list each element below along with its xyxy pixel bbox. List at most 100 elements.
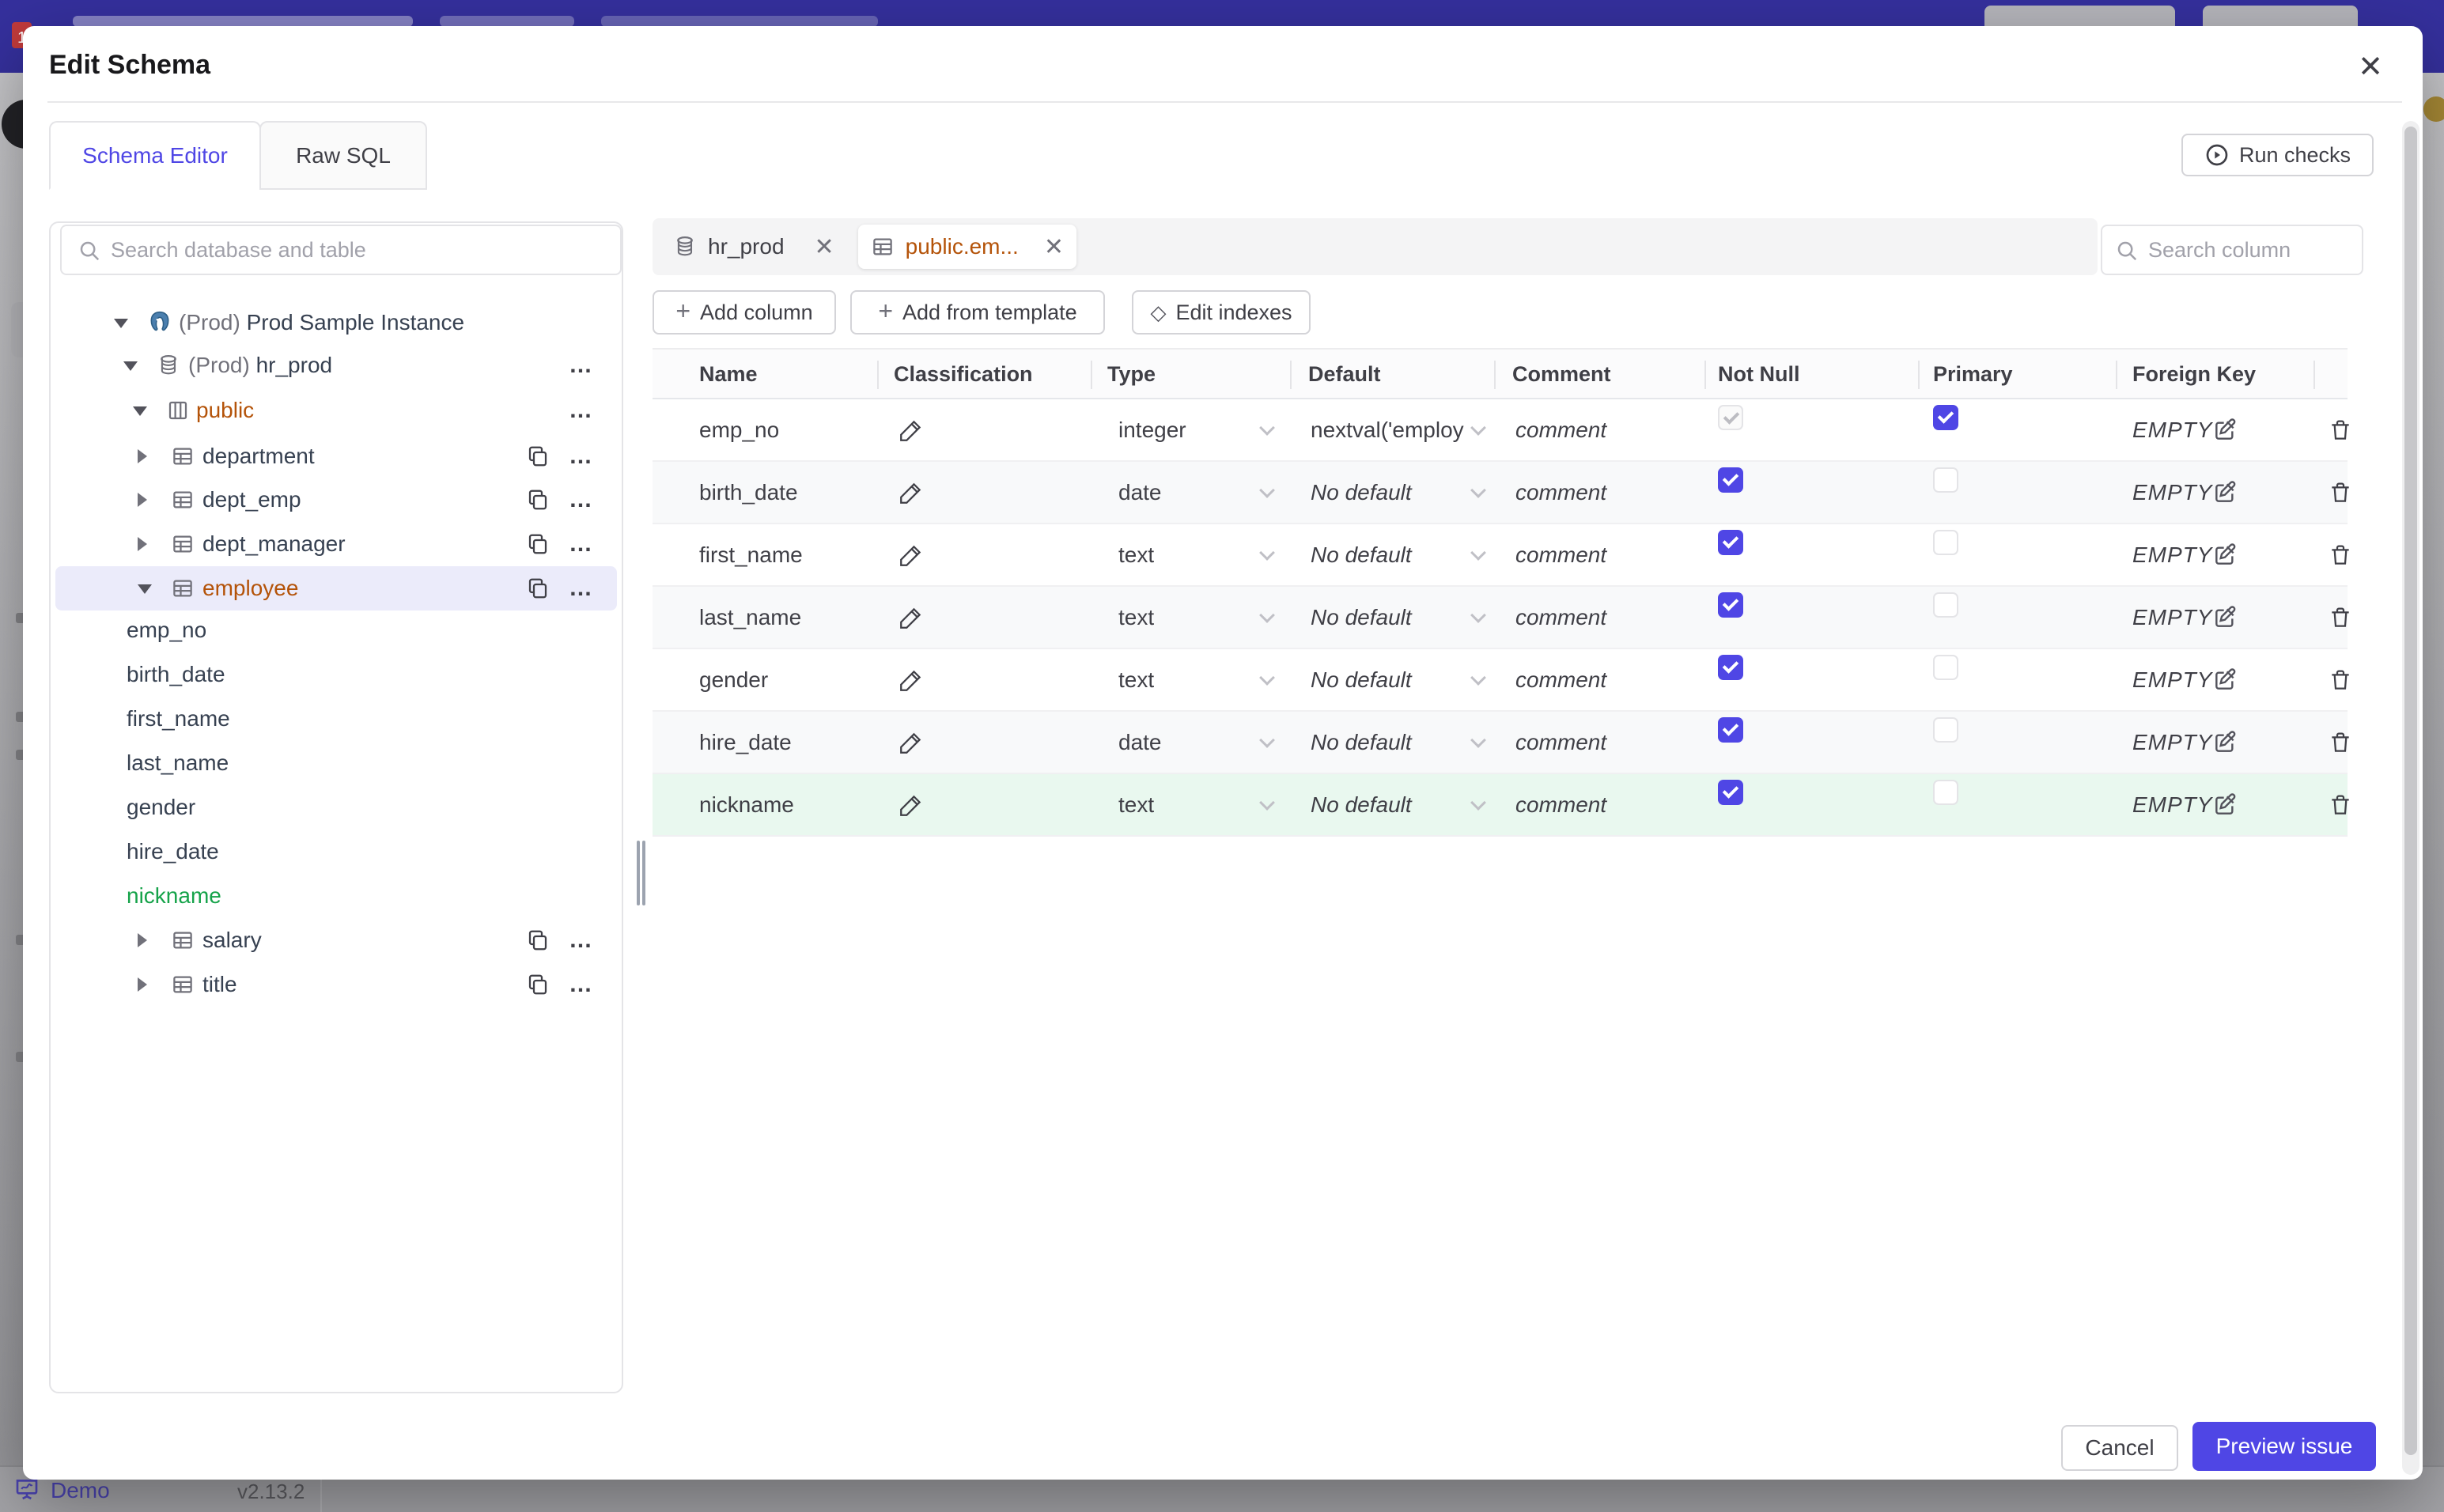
preview-issue-button[interactable]: Preview issue bbox=[2192, 1422, 2376, 1471]
chevron-down-icon[interactable] bbox=[1261, 546, 1273, 558]
close-icon[interactable]: ✕ bbox=[815, 233, 834, 261]
not-null-checkbox[interactable] bbox=[1718, 592, 1743, 618]
tree-item-table-department[interactable]: department … bbox=[55, 434, 617, 478]
more-menu-icon[interactable]: … bbox=[569, 973, 595, 996]
delete-column-icon[interactable] bbox=[2328, 667, 2353, 693]
run-checks-button[interactable]: Run checks bbox=[2181, 134, 2374, 176]
chevron-down-icon[interactable] bbox=[1472, 546, 1485, 558]
edit-classification-icon[interactable] bbox=[898, 792, 925, 818]
edit-classification-icon[interactable] bbox=[898, 417, 925, 444]
chevron-down-icon[interactable] bbox=[133, 406, 147, 416]
comment-input[interactable]: comment bbox=[1515, 730, 1606, 755]
edit-classification-icon[interactable] bbox=[898, 542, 925, 569]
column-name-cell[interactable]: gender bbox=[699, 667, 768, 693]
delete-column-icon[interactable] bbox=[2328, 730, 2353, 755]
tree-item-column-hire-date[interactable]: hire_date bbox=[55, 830, 617, 874]
chip-public-employee[interactable]: public.em... ✕ bbox=[857, 225, 1076, 269]
comment-input[interactable]: comment bbox=[1515, 418, 1606, 443]
not-null-checkbox[interactable] bbox=[1718, 529, 1743, 555]
default-select[interactable]: No default bbox=[1311, 480, 1466, 505]
chip-hr-prod[interactable]: hr_prod ✕ bbox=[660, 225, 847, 269]
edit-foreign-key-icon[interactable] bbox=[2212, 667, 2238, 693]
panel-resize-handle[interactable] bbox=[635, 841, 648, 905]
not-null-checkbox[interactable] bbox=[1718, 654, 1743, 680]
more-menu-icon[interactable]: … bbox=[569, 488, 595, 512]
tree-item-table-salary[interactable]: salary … bbox=[55, 918, 617, 962]
copy-icon[interactable] bbox=[526, 444, 550, 468]
edit-foreign-key-icon[interactable] bbox=[2212, 792, 2238, 818]
more-menu-icon[interactable]: … bbox=[569, 444, 595, 468]
edit-foreign-key-icon[interactable] bbox=[2212, 605, 2238, 630]
tree-search-input[interactable] bbox=[111, 229, 601, 270]
edit-foreign-key-icon[interactable] bbox=[2212, 480, 2238, 505]
comment-input[interactable]: comment bbox=[1515, 542, 1606, 568]
comment-input[interactable]: comment bbox=[1515, 480, 1606, 505]
comment-input[interactable]: comment bbox=[1515, 667, 1606, 693]
tree-item-column-nickname[interactable]: nickname bbox=[55, 874, 617, 918]
delete-column-icon[interactable] bbox=[2328, 792, 2353, 818]
not-null-checkbox[interactable] bbox=[1718, 779, 1743, 805]
not-null-checkbox[interactable] bbox=[1718, 716, 1743, 743]
delete-column-icon[interactable] bbox=[2328, 480, 2353, 505]
default-select[interactable]: No default bbox=[1311, 605, 1466, 630]
column-name-cell[interactable]: hire_date bbox=[699, 730, 792, 755]
chevron-down-icon[interactable] bbox=[1261, 671, 1273, 683]
delete-column-icon[interactable] bbox=[2328, 542, 2353, 568]
default-select[interactable]: No default bbox=[1311, 667, 1466, 693]
add-column-button[interactable]: + Add column bbox=[653, 290, 836, 335]
column-name-cell[interactable]: emp_no bbox=[699, 418, 779, 443]
type-select[interactable]: date bbox=[1118, 480, 1162, 505]
copy-icon[interactable] bbox=[526, 576, 550, 600]
edit-classification-icon[interactable] bbox=[898, 729, 925, 756]
default-select[interactable]: No default bbox=[1311, 792, 1466, 818]
not-null-checkbox[interactable] bbox=[1718, 467, 1743, 493]
primary-checkbox[interactable] bbox=[1933, 404, 1958, 430]
type-select[interactable]: text bbox=[1118, 542, 1154, 568]
tree-item-table-employee[interactable]: employee … bbox=[55, 566, 617, 610]
tree-item-database-hr-prod[interactable]: (Prod) hr_prod … bbox=[55, 343, 617, 387]
default-select[interactable]: nextval('employ bbox=[1311, 418, 1466, 443]
chevron-down-icon[interactable] bbox=[1472, 671, 1485, 683]
primary-checkbox[interactable] bbox=[1933, 716, 1958, 743]
comment-input[interactable]: comment bbox=[1515, 605, 1606, 630]
cancel-button[interactable]: Cancel bbox=[2061, 1425, 2178, 1471]
tree-item-table-dept-emp[interactable]: dept_emp … bbox=[55, 478, 617, 522]
chevron-down-icon[interactable] bbox=[123, 361, 138, 371]
chevron-down-icon[interactable] bbox=[1261, 483, 1273, 496]
tab-schema-editor[interactable]: Schema Editor bbox=[49, 121, 261, 190]
chevron-down-icon[interactable] bbox=[1261, 796, 1273, 808]
delete-column-icon[interactable] bbox=[2328, 605, 2353, 630]
column-name-cell[interactable]: first_name bbox=[699, 542, 803, 568]
tree-item-instance[interactable]: (Prod) Prod Sample Instance bbox=[55, 301, 617, 345]
chevron-down-icon[interactable] bbox=[1472, 421, 1485, 433]
chevron-right-icon[interactable] bbox=[138, 449, 147, 463]
copy-icon[interactable] bbox=[526, 973, 550, 996]
primary-checkbox[interactable] bbox=[1933, 467, 1958, 493]
chevron-down-icon[interactable] bbox=[1261, 733, 1273, 746]
scrollbar-thumb[interactable] bbox=[2404, 127, 2417, 1455]
copy-icon[interactable] bbox=[526, 488, 550, 512]
add-from-template-button[interactable]: + Add from template bbox=[850, 290, 1105, 335]
tree-item-table-dept-manager[interactable]: dept_manager … bbox=[55, 522, 617, 566]
primary-checkbox[interactable] bbox=[1933, 529, 1958, 555]
chevron-down-icon[interactable] bbox=[1261, 421, 1273, 433]
tree-item-column-emp-no[interactable]: emp_no bbox=[55, 608, 617, 652]
chevron-down-icon[interactable] bbox=[1472, 483, 1485, 496]
more-menu-icon[interactable]: … bbox=[569, 928, 595, 952]
edit-classification-icon[interactable] bbox=[898, 479, 925, 506]
more-menu-icon[interactable]: … bbox=[569, 576, 595, 600]
type-select[interactable]: text bbox=[1118, 667, 1154, 693]
copy-icon[interactable] bbox=[526, 532, 550, 556]
column-search-input[interactable] bbox=[2148, 229, 2350, 270]
chevron-down-icon[interactable] bbox=[1472, 796, 1485, 808]
edit-classification-icon[interactable] bbox=[898, 667, 925, 694]
chevron-down-icon[interactable] bbox=[1472, 733, 1485, 746]
type-select[interactable]: integer bbox=[1118, 418, 1186, 443]
chevron-right-icon[interactable] bbox=[138, 537, 147, 551]
tree-item-column-birth-date[interactable]: birth_date bbox=[55, 652, 617, 697]
copy-icon[interactable] bbox=[526, 928, 550, 952]
edit-classification-icon[interactable] bbox=[898, 604, 925, 631]
tab-raw-sql[interactable]: Raw SQL bbox=[259, 121, 427, 190]
chevron-right-icon[interactable] bbox=[138, 493, 147, 507]
more-menu-icon[interactable]: … bbox=[569, 532, 595, 556]
